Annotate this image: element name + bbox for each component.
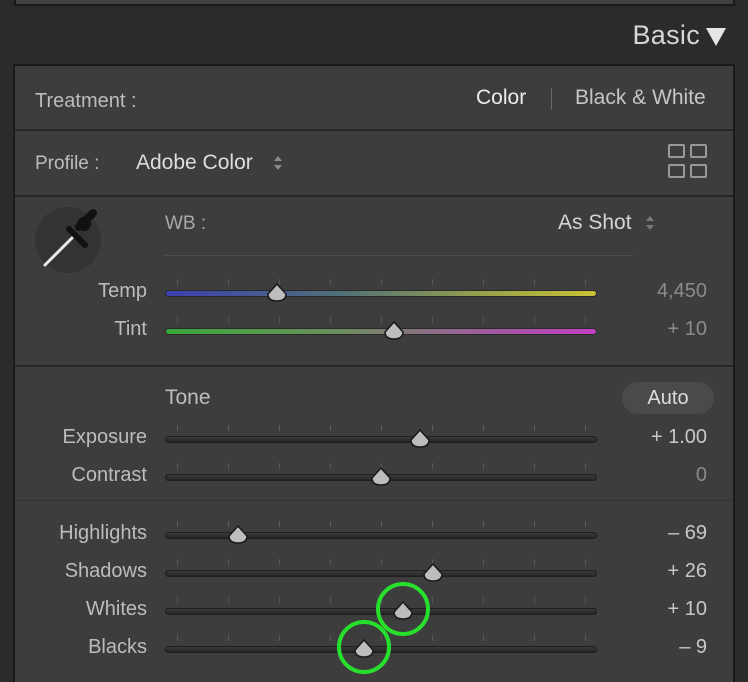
exposure-slider-thumb[interactable] bbox=[409, 429, 431, 449]
contrast-slider-thumb[interactable] bbox=[370, 467, 392, 487]
treatment-label: Treatment : bbox=[35, 90, 137, 112]
temp-label: Temp bbox=[98, 280, 147, 302]
eyedropper-icon bbox=[43, 209, 97, 267]
tint-label: Tint bbox=[114, 318, 147, 340]
profile-label: Profile : bbox=[35, 153, 100, 174]
shadows-value[interactable]: + 26 bbox=[597, 560, 707, 583]
exposure-value[interactable]: + 1.00 bbox=[597, 426, 707, 449]
divider bbox=[15, 500, 733, 501]
whites-label: Whites bbox=[85, 598, 147, 620]
wb-eyedropper-button[interactable] bbox=[35, 207, 101, 273]
temp-slider-track[interactable] bbox=[165, 290, 597, 297]
tint-slider-track[interactable] bbox=[165, 328, 597, 335]
temp-slider-thumb[interactable] bbox=[266, 283, 288, 303]
exposure-slider-track[interactable] bbox=[165, 436, 597, 443]
treatment-color-option[interactable]: Color bbox=[476, 86, 526, 110]
treatment-bw-option[interactable]: Black & White bbox=[575, 86, 706, 110]
profile-updown-icon[interactable] bbox=[273, 155, 283, 171]
temp-value[interactable]: 4,450 bbox=[597, 280, 707, 303]
collapse-triangle-icon[interactable] bbox=[706, 28, 726, 46]
highlights-slider-thumb[interactable] bbox=[227, 525, 249, 545]
exposure-label: Exposure bbox=[62, 426, 148, 448]
treatment-divider bbox=[551, 88, 552, 110]
tone-label: Tone bbox=[165, 386, 211, 409]
exposure-tick-marks bbox=[165, 425, 597, 431]
highlights-label: Highlights bbox=[59, 522, 147, 544]
profile-row: Profile : Adobe Color bbox=[15, 131, 733, 195]
whites-value[interactable]: + 10 bbox=[597, 598, 707, 621]
wb-underline bbox=[165, 255, 633, 256]
basic-panel-header[interactable]: Basic bbox=[0, 6, 748, 64]
wb-select[interactable]: As Shot bbox=[558, 211, 632, 235]
panel-title: Basic bbox=[632, 20, 700, 50]
shadows-tick-marks bbox=[165, 559, 597, 565]
tint-slider-thumb[interactable] bbox=[383, 321, 405, 341]
highlights-value[interactable]: – 69 bbox=[597, 522, 707, 545]
wb-updown-icon[interactable] bbox=[645, 215, 655, 231]
contrast-value[interactable]: 0 bbox=[597, 464, 707, 487]
profile-browser-grid-icon[interactable] bbox=[668, 144, 708, 180]
blacks-label: Blacks bbox=[88, 636, 147, 658]
shadows-label: Shadows bbox=[64, 560, 147, 582]
profile-select[interactable]: Adobe Color bbox=[136, 151, 253, 175]
wb-label: WB : bbox=[165, 213, 207, 234]
treatment-row: Treatment : Color Black & White bbox=[15, 66, 733, 130]
blacks-highlight-ring bbox=[336, 620, 391, 674]
auto-button[interactable]: Auto bbox=[622, 382, 714, 414]
basic-panel: Treatment : Color Black & White Profile … bbox=[13, 64, 735, 682]
shadows-slider-track[interactable] bbox=[165, 570, 597, 577]
contrast-label: Contrast bbox=[71, 464, 147, 486]
tint-value[interactable]: + 10 bbox=[597, 318, 707, 341]
blacks-value[interactable]: – 9 bbox=[597, 636, 707, 659]
tint-tick-marks bbox=[165, 317, 597, 323]
temp-tick-marks bbox=[165, 279, 597, 285]
shadows-slider-thumb[interactable] bbox=[422, 563, 444, 583]
